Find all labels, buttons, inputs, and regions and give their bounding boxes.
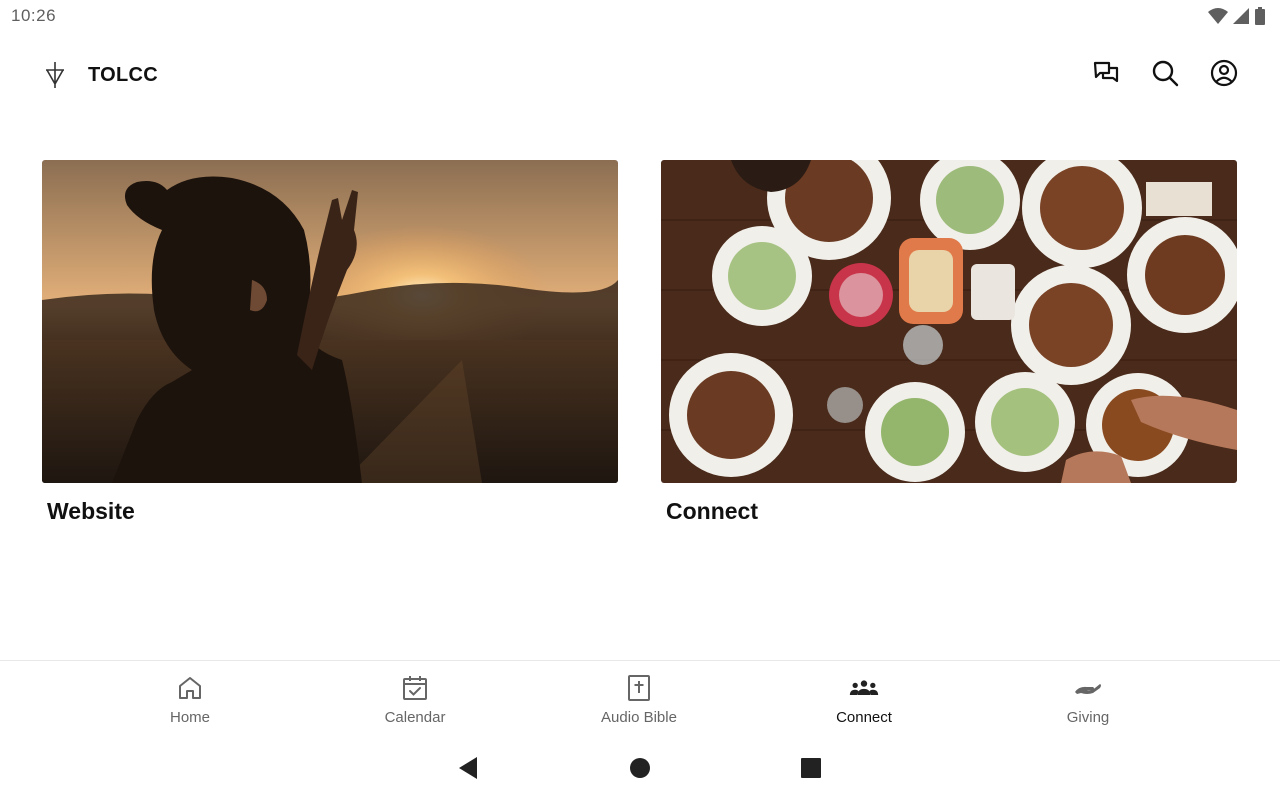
woman-sunset-photo xyxy=(42,160,618,483)
status-time: 10:26 xyxy=(11,6,57,25)
app-bar: TOLCC xyxy=(0,44,1280,106)
home-circle-icon xyxy=(629,757,651,784)
giving-hands-icon xyxy=(1073,673,1103,703)
chat-button[interactable] xyxy=(1090,59,1122,91)
status-bar: 10:26 xyxy=(0,0,1280,32)
back-button[interactable] xyxy=(454,756,482,784)
website-card[interactable]: Website xyxy=(42,160,618,525)
nav-label-giving: Giving xyxy=(1066,709,1110,726)
bible-icon xyxy=(624,673,654,703)
website-card-label: Website xyxy=(47,498,135,524)
home-system-button[interactable] xyxy=(626,756,654,784)
search-button[interactable] xyxy=(1149,59,1181,91)
profile-icon xyxy=(1209,58,1239,93)
profile-button[interactable] xyxy=(1208,59,1240,91)
group-icon xyxy=(849,673,879,703)
system-navigation-bar xyxy=(0,740,1280,800)
recents-square-icon xyxy=(800,757,822,784)
nav-label-calendar: Calendar xyxy=(384,709,446,726)
wifi-icon xyxy=(1208,7,1228,30)
connect-card-label: Connect xyxy=(666,498,758,524)
nav-item-home[interactable]: Home xyxy=(115,673,265,733)
calendar-check-icon xyxy=(400,673,430,703)
nav-item-connect[interactable]: Connect xyxy=(789,673,939,733)
shared-meal-table-photo xyxy=(661,160,1237,483)
back-triangle-icon xyxy=(457,756,479,785)
connect-card[interactable]: Connect xyxy=(661,160,1237,525)
chat-icon xyxy=(1091,58,1121,93)
search-icon xyxy=(1150,58,1180,93)
nav-item-calendar[interactable]: Calendar xyxy=(340,673,490,733)
bottom-navigation: Home Calendar Audio Bible Connect Giving xyxy=(0,660,1280,738)
recents-button[interactable] xyxy=(797,756,825,784)
nav-label-connect: Connect xyxy=(836,709,892,726)
app-title: TOLCC xyxy=(88,64,159,86)
nav-label-audio-bible: Audio Bible xyxy=(601,709,677,726)
nav-item-giving[interactable]: Giving xyxy=(1013,673,1163,733)
cellular-signal-icon xyxy=(1232,7,1250,30)
battery-icon xyxy=(1254,7,1266,30)
home-icon xyxy=(175,673,205,703)
nav-item-audio-bible[interactable]: Audio Bible xyxy=(564,673,714,733)
status-icons xyxy=(1208,7,1266,30)
nav-label-home: Home xyxy=(169,709,210,726)
cross-logo-icon xyxy=(40,60,70,90)
